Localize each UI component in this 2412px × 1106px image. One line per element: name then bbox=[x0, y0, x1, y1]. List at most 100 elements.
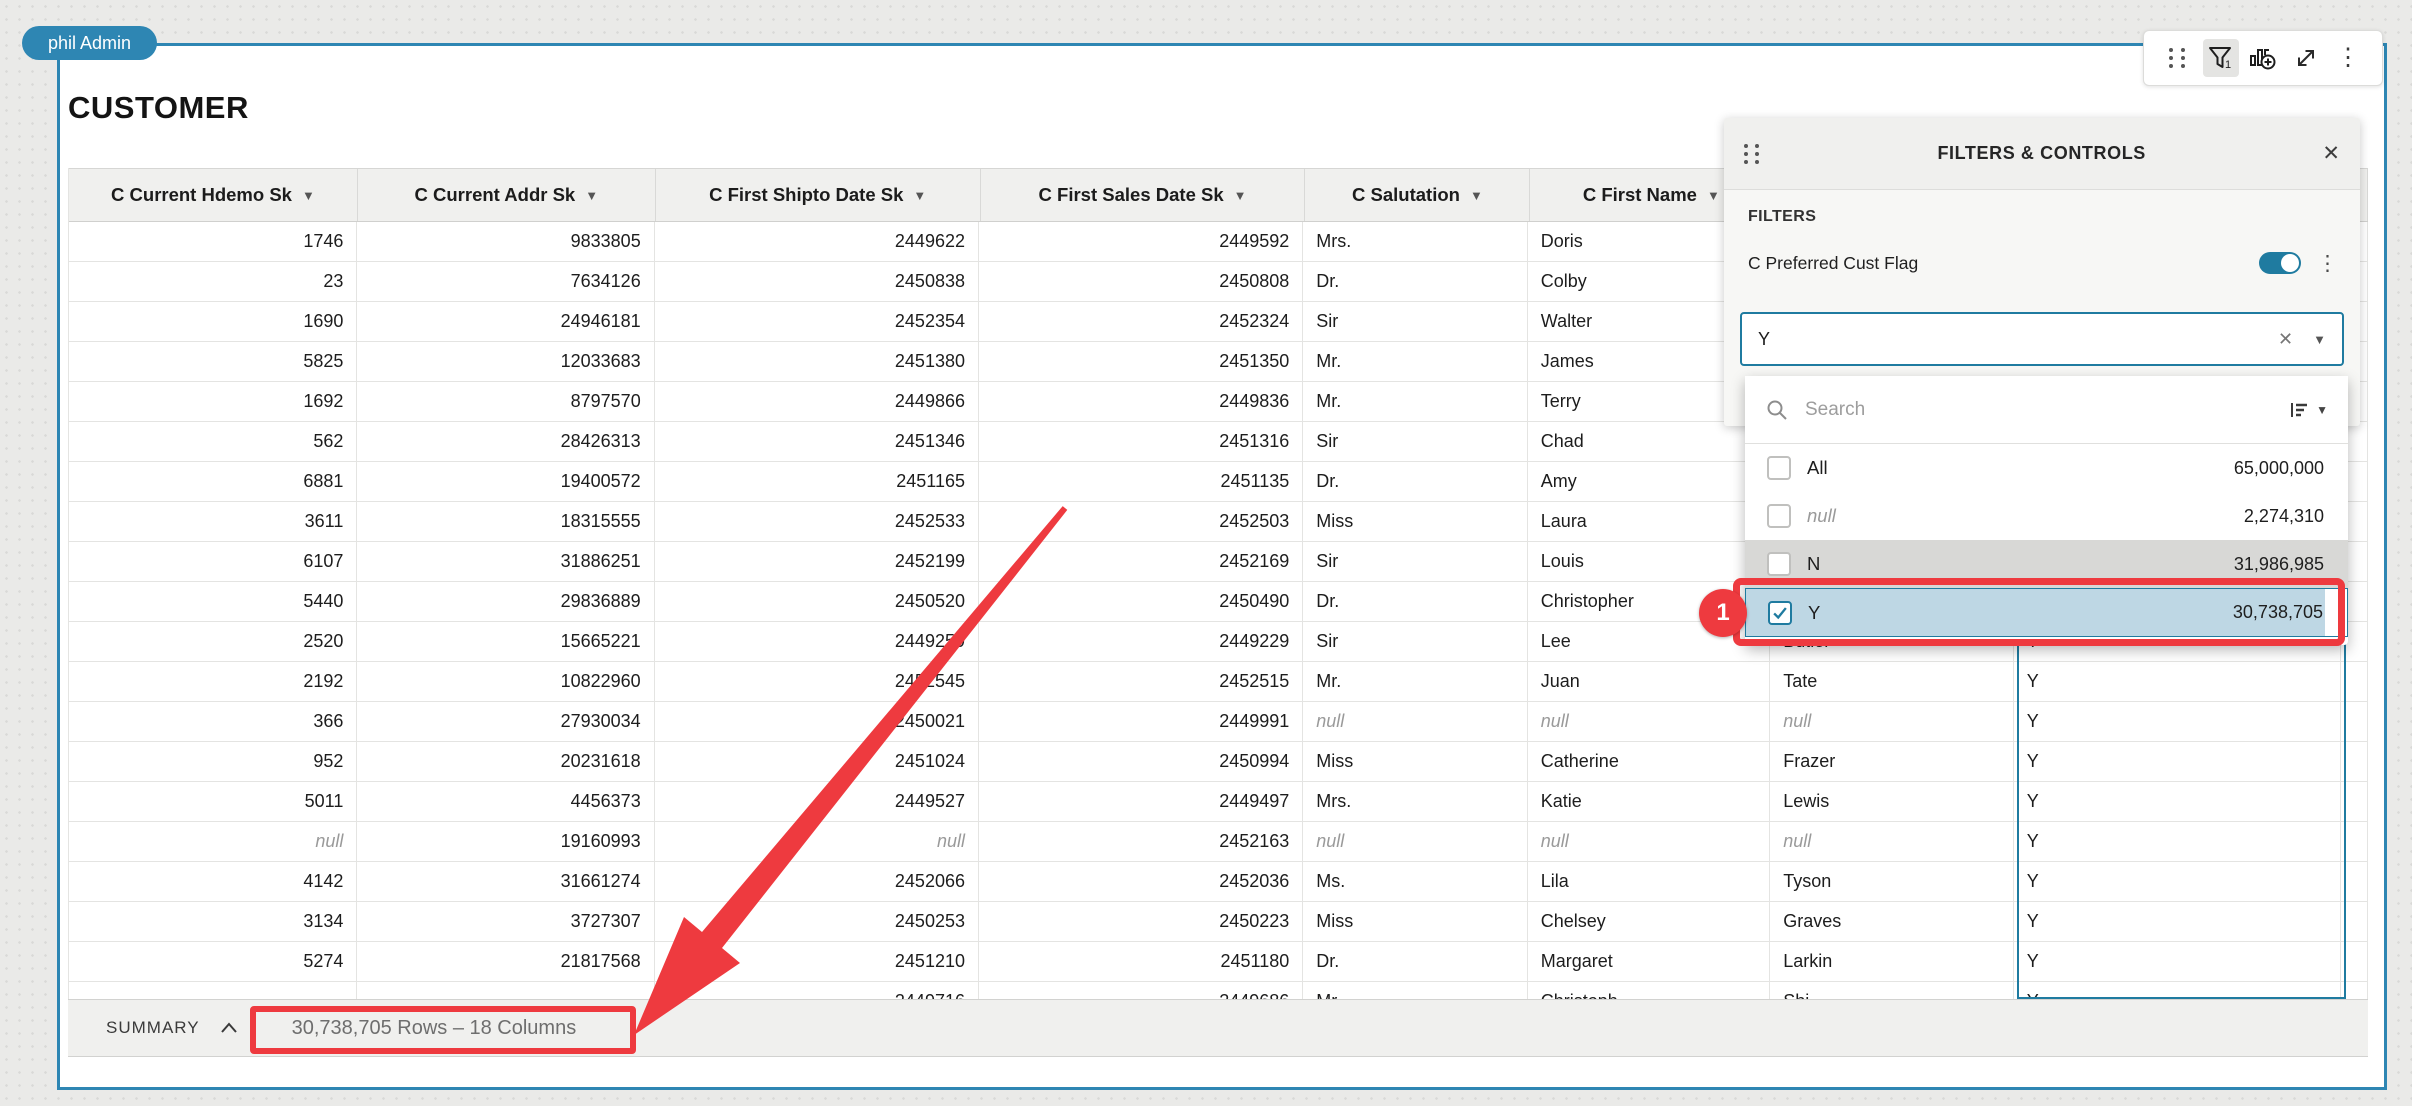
table-cell[interactable]: 2449686 bbox=[979, 982, 1303, 999]
table-cell[interactable]: 2450838 bbox=[655, 262, 979, 301]
table-cell[interactable]: 2449259 bbox=[655, 622, 979, 661]
table-cell[interactable]: null bbox=[1770, 822, 2013, 861]
table-cell[interactable]: 19160993 bbox=[357, 822, 654, 861]
table-cell[interactable]: Juan bbox=[1528, 662, 1770, 701]
table-cell[interactable]: 15665221 bbox=[357, 622, 654, 661]
panel-drag-handle-icon[interactable] bbox=[1744, 144, 1761, 164]
table-cell[interactable]: null bbox=[1770, 702, 2013, 741]
drag-handle-icon[interactable] bbox=[2160, 39, 2196, 77]
table-cell[interactable]: 2451346 bbox=[655, 422, 979, 461]
table-cell[interactable]: 366 bbox=[69, 702, 357, 741]
checkbox-icon[interactable] bbox=[1767, 456, 1791, 480]
table-cell[interactable]: 2452503 bbox=[979, 502, 1303, 541]
table-cell[interactable]: 2452163 bbox=[979, 822, 1303, 861]
table-cell[interactable]: 2450520 bbox=[655, 582, 979, 621]
table-cell[interactable]: 9833805 bbox=[357, 222, 654, 261]
column-header[interactable]: C First Shipto Date Sk▼ bbox=[656, 169, 981, 221]
table-cell[interactable]: Margaret bbox=[1528, 942, 1770, 981]
table-cell[interactable]: 2451024 bbox=[655, 742, 979, 781]
table-cell[interactable]: 2450223 bbox=[979, 902, 1303, 941]
close-icon[interactable]: ✕ bbox=[2322, 141, 2340, 166]
table-cell[interactable]: Laura bbox=[1528, 502, 1770, 541]
table-cell[interactable] bbox=[2341, 942, 2368, 981]
column-header[interactable]: C First Sales Date Sk▼ bbox=[981, 169, 1306, 221]
table-cell[interactable]: 2520 bbox=[69, 622, 357, 661]
table-cell[interactable]: 2450253 bbox=[655, 902, 979, 941]
add-child-element-button[interactable] bbox=[2245, 39, 2281, 77]
table-cell[interactable]: Shi bbox=[1770, 982, 2013, 999]
table-cell[interactable]: Frazer bbox=[1770, 742, 2013, 781]
table-cell[interactable]: Y bbox=[2014, 702, 2341, 741]
table-cell[interactable]: Lila bbox=[1528, 862, 1770, 901]
table-cell[interactable]: Ms. bbox=[1303, 862, 1528, 901]
table-cell[interactable] bbox=[2341, 902, 2368, 941]
column-header[interactable]: C Current Addr Sk▼ bbox=[358, 169, 656, 221]
table-cell[interactable]: Sir bbox=[1303, 622, 1528, 661]
table-cell[interactable]: Louis bbox=[1528, 542, 1770, 581]
table-cell[interactable]: 31886251 bbox=[357, 542, 654, 581]
dropdown-option[interactable]: All65,000,000 bbox=[1745, 444, 2348, 492]
filter-toggle[interactable] bbox=[2259, 252, 2301, 274]
table-cell[interactable]: 2449991 bbox=[979, 702, 1303, 741]
table-cell[interactable]: Miss bbox=[1303, 902, 1528, 941]
table-cell[interactable]: 5011 bbox=[69, 782, 357, 821]
table-cell[interactable]: 5440 bbox=[69, 582, 357, 621]
table-cell[interactable]: 2452515 bbox=[979, 662, 1303, 701]
table-cell[interactable]: 8797570 bbox=[357, 382, 654, 421]
table-cell[interactable]: 2452169 bbox=[979, 542, 1303, 581]
table-cell[interactable]: 2451210 bbox=[655, 942, 979, 981]
table-cell[interactable]: 20231618 bbox=[357, 742, 654, 781]
table-cell[interactable]: 3611 bbox=[69, 502, 357, 541]
table-cell[interactable]: Dr. bbox=[1303, 262, 1528, 301]
checkbox-icon[interactable] bbox=[1767, 504, 1791, 528]
table-cell[interactable]: 6881 bbox=[69, 462, 357, 501]
table-cell[interactable]: Miss bbox=[1303, 742, 1528, 781]
table-cell[interactable]: 31661274 bbox=[357, 862, 654, 901]
table-cell[interactable]: Y bbox=[2014, 902, 2341, 941]
column-menu-icon[interactable]: ▼ bbox=[1470, 188, 1483, 203]
table-cell[interactable]: Christoph bbox=[1528, 982, 1770, 999]
table-cell[interactable]: Mr. bbox=[1303, 982, 1528, 999]
table-cell[interactable]: Tate bbox=[1770, 662, 2013, 701]
table-cell[interactable]: 2452036 bbox=[979, 862, 1303, 901]
table-cell[interactable] bbox=[2341, 782, 2368, 821]
table-cell[interactable]: 24946181 bbox=[357, 302, 654, 341]
table-cell[interactable]: 5825 bbox=[69, 342, 357, 381]
table-cell[interactable]: 2451165 bbox=[655, 462, 979, 501]
table-cell[interactable]: 23 bbox=[69, 262, 357, 301]
column-menu-icon[interactable]: ▼ bbox=[913, 188, 926, 203]
table-cell[interactable]: 2451350 bbox=[979, 342, 1303, 381]
table-cell[interactable]: 2449866 bbox=[655, 382, 979, 421]
column-menu-icon[interactable]: ▼ bbox=[585, 188, 598, 203]
dropdown-option[interactable]: Y30,738,705 bbox=[1745, 588, 2348, 637]
table-cell[interactable]: null bbox=[655, 822, 979, 861]
table-cell[interactable]: Sir bbox=[1303, 302, 1528, 341]
maximize-button[interactable] bbox=[2288, 39, 2324, 77]
table-cell[interactable]: Tyson bbox=[1770, 862, 2013, 901]
table-cell[interactable]: Chelsey bbox=[1528, 902, 1770, 941]
table-cell[interactable]: 2449527 bbox=[655, 782, 979, 821]
table-cell[interactable]: Catherine bbox=[1528, 742, 1770, 781]
table-cell[interactable]: Sir bbox=[1303, 542, 1528, 581]
dropdown-option[interactable]: null2,274,310 bbox=[1745, 492, 2348, 540]
table-cell[interactable]: 2451380 bbox=[655, 342, 979, 381]
table-cell[interactable]: 28426313 bbox=[357, 422, 654, 461]
table-cell[interactable]: 2451135 bbox=[979, 462, 1303, 501]
table-cell[interactable]: 2451180 bbox=[979, 942, 1303, 981]
table-cell[interactable]: Lewis bbox=[1770, 782, 2013, 821]
table-cell[interactable]: 6107 bbox=[69, 542, 357, 581]
table-cell[interactable]: Y bbox=[2014, 942, 2341, 981]
table-cell[interactable]: 2192 bbox=[69, 662, 357, 701]
table-cell[interactable]: 2449229 bbox=[979, 622, 1303, 661]
table-cell[interactable]: 2449836 bbox=[979, 382, 1303, 421]
table-cell[interactable]: 2449716 bbox=[655, 982, 979, 999]
table-cell[interactable]: Dr. bbox=[1303, 462, 1528, 501]
table-cell[interactable]: Y bbox=[2014, 782, 2341, 821]
more-menu-button[interactable]: ⋮ bbox=[2330, 39, 2366, 77]
table-cell[interactable]: Katie bbox=[1528, 782, 1770, 821]
table-cell[interactable] bbox=[2341, 662, 2368, 701]
table-cell[interactable]: Dr. bbox=[1303, 942, 1528, 981]
table-cell[interactable]: Y bbox=[2014, 662, 2341, 701]
table-cell[interactable] bbox=[2341, 862, 2368, 901]
table-cell[interactable]: 4456373 bbox=[357, 782, 654, 821]
